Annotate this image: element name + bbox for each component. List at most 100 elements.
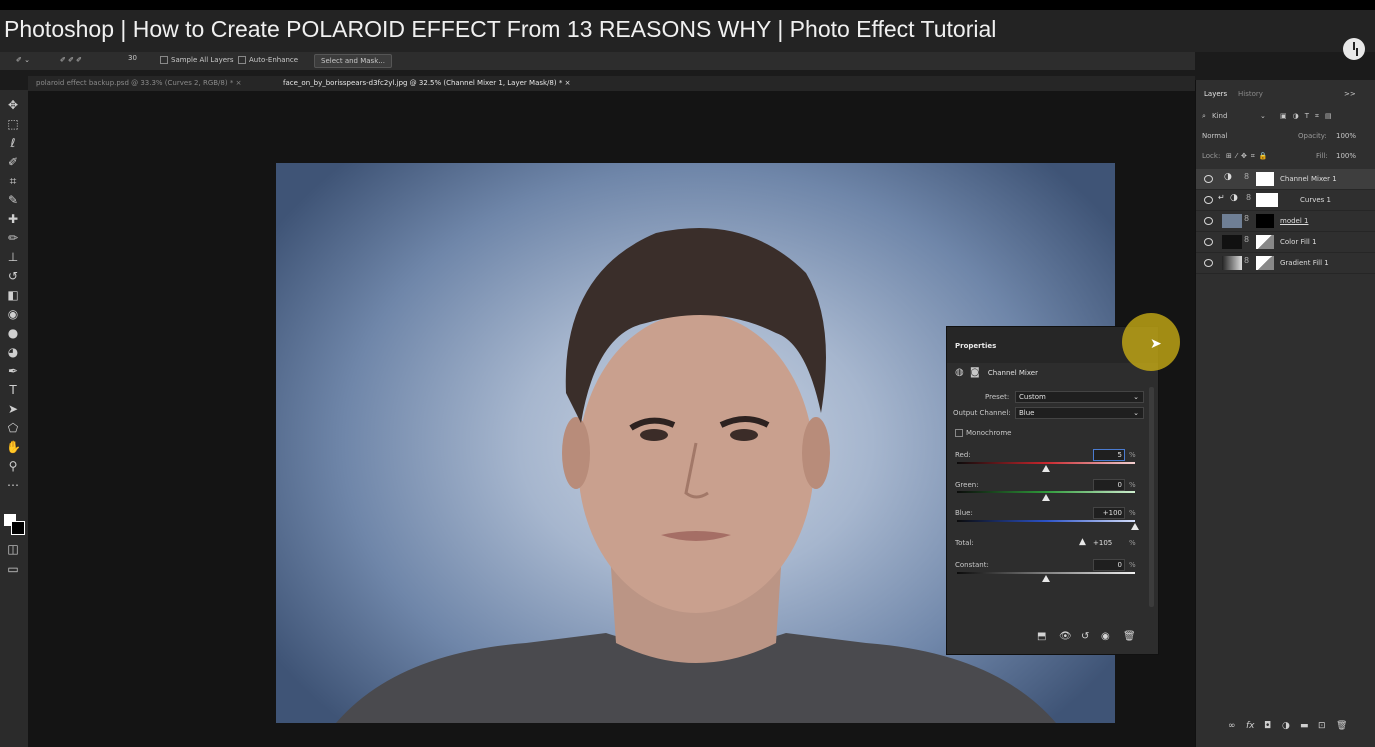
red-slider-track[interactable] — [957, 462, 1135, 464]
eye-icon[interactable] — [1204, 196, 1213, 204]
filter-kind[interactable]: Kind — [1212, 112, 1227, 120]
selection-mode-icons[interactable]: ✐ ✐ ✐ — [60, 56, 82, 64]
eraser-tool-icon[interactable]: ◧ — [6, 288, 20, 302]
hand-tool-icon[interactable]: ✋ — [6, 440, 21, 454]
quick-mask-icon[interactable]: ◫ — [6, 542, 20, 556]
clip-to-layer-icon[interactable]: ⬒ — [1037, 631, 1046, 642]
delete-icon[interactable]: 🗑 — [1123, 631, 1136, 642]
view-previous-state-icon[interactable]: 👁 — [1059, 631, 1072, 642]
eye-icon[interactable] — [1204, 259, 1213, 267]
crop-tool-icon[interactable]: ⌗ — [6, 174, 20, 188]
layer-name: Color Fill 1 — [1280, 238, 1317, 246]
document-tabs: polaroid effect backup.psd @ 33.3% (Curv… — [28, 76, 1195, 91]
green-slider-handle[interactable] — [1042, 494, 1050, 501]
blur-tool-icon[interactable]: ● — [6, 326, 20, 340]
tab-layers[interactable]: Layers — [1204, 90, 1227, 98]
type-tool-icon[interactable]: T — [6, 383, 20, 397]
new-adjustment-icon[interactable]: ◑ — [1282, 721, 1290, 731]
brush-tool-icon[interactable]: ✏ — [6, 231, 20, 245]
history-brush-tool-icon[interactable]: ↺ — [6, 269, 20, 283]
layer-model[interactable]: 8 model 1 — [1196, 211, 1375, 232]
red-value-input[interactable]: 5 — [1093, 449, 1125, 461]
blue-slider-track[interactable] — [957, 520, 1135, 522]
path-selection-tool-icon[interactable]: ➤ — [6, 402, 20, 416]
lock-icons[interactable]: ⊞⁄✥⌗🔒 — [1226, 152, 1272, 161]
eye-icon[interactable] — [1204, 238, 1213, 246]
constant-value-input[interactable]: 0 — [1093, 559, 1125, 571]
layer-channel-mixer[interactable]: ◑ 8 Channel Mixer 1 — [1196, 169, 1375, 190]
layer-mask-thumbnail — [1256, 256, 1274, 270]
tab-face-on[interactable]: face_on_by_borisspears-d3fc2yl.jpg @ 32.… — [283, 79, 570, 87]
green-slider-track[interactable] — [957, 491, 1135, 493]
red-percent: % — [1129, 451, 1136, 459]
sample-all-layers-option[interactable]: Sample All Layers — [160, 56, 234, 64]
shape-tool-icon[interactable]: ⬠ — [6, 421, 20, 435]
tab-close-icon[interactable]: × — [236, 79, 242, 87]
dodge-tool-icon[interactable]: ◕ — [6, 345, 20, 359]
auto-enhance-option[interactable]: Auto-Enhance — [238, 56, 298, 64]
tools-panel: ✥ ⬚ ℓ ✐ ⌗ ✎ ✚ ✏ ⊥ ↺ ◧ ◉ ● ◕ ✒ T ➤ ⬠ ✋ ⚲ … — [0, 90, 28, 747]
constant-label: Constant: — [955, 561, 989, 569]
layer-mask-thumbnail — [1256, 214, 1274, 228]
layer-mask-thumbnail — [1256, 193, 1278, 207]
lock-label: Lock: — [1202, 152, 1221, 160]
quick-select-tool-icon[interactable]: ✐ ⌄ — [16, 56, 30, 64]
layers-panel: Layers History >> ⌕ Kind ⌄ ▣◑T⌗▤ Normal … — [1195, 80, 1375, 747]
new-group-icon[interactable]: ▬ — [1300, 721, 1309, 731]
eyedropper-tool-icon[interactable]: ✎ — [6, 193, 20, 207]
layer-curves[interactable]: ↵ ◑ 8 Curves 1 — [1196, 190, 1375, 211]
link-layers-icon[interactable]: ∞ — [1228, 721, 1236, 731]
constant-slider-track[interactable] — [957, 572, 1135, 574]
quick-selection-tool-icon[interactable]: ✐ — [6, 155, 20, 169]
zoom-tool-icon[interactable]: ⚲ — [6, 459, 20, 473]
lasso-tool-icon[interactable]: ℓ — [6, 136, 20, 150]
mask-icon[interactable]: ◙ — [970, 367, 980, 378]
pen-tool-icon[interactable]: ✒ — [6, 364, 20, 378]
marquee-tool-icon[interactable]: ⬚ — [6, 117, 20, 131]
background-color-swatch[interactable] — [11, 521, 25, 535]
kind-dropdown-icon[interactable]: ⌄ — [1260, 112, 1266, 120]
visibility-eye-icon[interactable]: ◉ — [1101, 631, 1110, 642]
options-bar: ✐ ⌄ ✐ ✐ ✐ 30 Sample All Layers Auto-Enha… — [0, 52, 1195, 70]
select-and-mask-button[interactable]: Select and Mask... — [314, 54, 392, 68]
monochrome-option[interactable]: Monochrome — [955, 429, 1011, 437]
tab-history[interactable]: History — [1238, 90, 1263, 98]
properties-scrollbar[interactable] — [1149, 387, 1154, 607]
clone-stamp-tool-icon[interactable]: ⊥ — [6, 250, 20, 264]
auto-enhance-checkbox[interactable] — [238, 56, 246, 64]
brush-size[interactable]: 30 — [128, 54, 137, 62]
fill-value[interactable]: 100% — [1336, 152, 1356, 160]
blue-slider-handle[interactable] — [1131, 523, 1139, 530]
reset-icon[interactable]: ↺ — [1081, 631, 1089, 642]
blend-mode-dropdown[interactable]: Normal — [1202, 132, 1227, 140]
preset-dropdown[interactable]: Custom ⌄ — [1015, 391, 1144, 403]
clock-icon[interactable] — [1343, 38, 1365, 60]
new-layer-icon[interactable]: ⊡ — [1318, 721, 1326, 731]
paint-bucket-tool-icon[interactable]: ◉ — [6, 307, 20, 321]
monochrome-checkbox[interactable] — [955, 429, 963, 437]
eye-icon[interactable] — [1204, 175, 1213, 183]
panel-collapse-icon[interactable]: >> — [1344, 90, 1356, 98]
blue-value-input[interactable]: +100 — [1093, 507, 1125, 519]
add-mask-icon[interactable]: ◘ — [1264, 721, 1271, 731]
tab-close-icon[interactable]: × — [565, 79, 571, 87]
filter-type-icons[interactable]: ▣◑T⌗▤ — [1280, 112, 1338, 121]
screen-mode-icon[interactable]: ▭ — [6, 562, 20, 576]
move-tool-icon[interactable]: ✥ — [6, 98, 20, 112]
fx-icon[interactable]: fx — [1246, 721, 1255, 731]
delete-layer-icon[interactable]: 🗑 — [1336, 721, 1347, 731]
layer-gradient-fill[interactable]: 8 Gradient Fill 1 — [1196, 253, 1375, 274]
more-tools-icon[interactable]: ⋯ — [6, 478, 20, 492]
constant-slider-handle[interactable] — [1042, 575, 1050, 582]
tab-polaroid-backup[interactable]: polaroid effect backup.psd @ 33.3% (Curv… — [36, 79, 241, 87]
adjustment-name: Channel Mixer — [987, 369, 1038, 377]
red-slider-handle[interactable] — [1042, 465, 1050, 472]
green-value-input[interactable]: 0 — [1093, 479, 1125, 491]
eye-icon[interactable] — [1204, 217, 1213, 225]
healing-brush-tool-icon[interactable]: ✚ — [6, 212, 20, 226]
opacity-value[interactable]: 100% — [1336, 132, 1356, 140]
preset-label: Preset: — [985, 393, 1010, 401]
output-channel-dropdown[interactable]: Blue ⌄ — [1015, 407, 1144, 419]
layer-color-fill[interactable]: 8 Color Fill 1 — [1196, 232, 1375, 253]
sample-all-layers-checkbox[interactable] — [160, 56, 168, 64]
